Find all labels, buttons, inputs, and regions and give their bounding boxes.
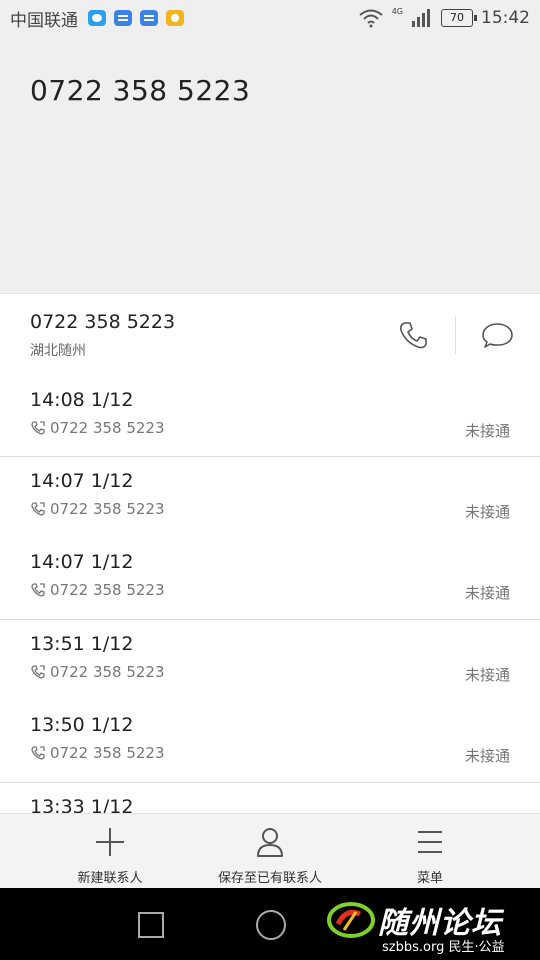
call-time: 13:51 1/12 [30,633,134,655]
new-contact-button[interactable]: 新建联系人 [20,814,200,889]
forum-subtitle: szbbs.org 民生·公益 [382,940,505,955]
call-status: 未接通 [464,584,510,602]
call-number: 0722 358 5223 [50,419,165,437]
contact-row: 0722 358 5223 湖北随州 [0,294,540,376]
call-time: 13:50 1/12 [30,714,134,736]
call-status: 未接通 [464,422,510,440]
call-time: 14:07 1/12 [30,551,134,573]
status-bar: 中国联通 4G 70 15:42 [0,0,540,36]
outgoing-call-icon [31,502,45,516]
action-divider [455,316,456,354]
menu-label: 菜单 [416,871,443,886]
app-notification-icon [114,10,132,26]
call-log-entry[interactable]: 13:33 1/12 [0,783,540,814]
notification-icons [88,10,184,26]
forum-logo-icon [327,902,375,938]
menu-button[interactable]: 菜单 [340,814,520,889]
call-time: 14:07 1/12 [30,470,134,492]
call-status: 未接通 [464,503,510,521]
contact-number: 0722 358 5223 [30,311,176,333]
call-sub: 0722 358 5223 [30,744,165,762]
signal-icon [412,9,430,27]
outgoing-call-icon [31,746,45,760]
contact-location: 湖北随州 [30,343,86,359]
network-type: 4G [391,6,403,16]
outgoing-call-icon [31,583,45,597]
call-sub: 0722 358 5223 [30,663,165,681]
call-log-entry[interactable]: 13:51 1/12 0722 358 5223 未接通 [0,620,540,700]
system-nav-bar: 随州论坛 szbbs.org 民生·公益 [0,888,540,960]
number-header: 0722 358 5223 [0,36,540,293]
save-to-existing-contact-button[interactable]: 保存至已有联系人 [180,814,360,889]
status-right: 4G 70 15:42 [358,0,530,36]
call-number: 0722 358 5223 [50,500,165,518]
plus-icon [96,828,124,856]
call-time: 13:33 1/12 [30,796,134,814]
app-notification-icon [140,10,158,26]
outgoing-call-icon [31,665,45,679]
call-number: 0722 358 5223 [50,744,165,762]
call-log-entry[interactable]: 13:50 1/12 0722 358 5223 未接通 [0,701,540,781]
chat-notification-icon [88,10,106,26]
call-number: 0722 358 5223 [50,581,165,599]
battery-indicator: 70 [441,9,477,27]
menu-icon [418,831,442,853]
chat-bubble-notification-icon [166,10,184,26]
person-icon [257,828,283,857]
recent-apps-button[interactable] [138,912,164,938]
call-status: 未接通 [464,747,510,765]
phone-call-icon[interactable] [396,318,430,352]
call-sub: 0722 358 5223 [30,500,165,518]
dialed-number: 0722 358 5223 [30,74,251,107]
call-status: 未接通 [464,666,510,684]
call-log-entry[interactable]: 14:07 1/12 0722 358 5223 未接通 [0,538,540,618]
message-icon[interactable] [480,318,514,352]
forum-watermark: 随州论坛 szbbs.org 民生·公益 [326,896,536,956]
home-button[interactable] [256,910,286,940]
carrier-name: 中国联通 [10,10,78,31]
call-time: 14:08 1/12 [30,389,134,411]
wifi-icon [359,9,383,28]
status-time: 15:42 [481,8,530,28]
save-existing-label: 保存至已有联系人 [217,871,322,886]
outgoing-call-icon [31,421,45,435]
new-contact-label: 新建联系人 [77,871,143,886]
call-log-entry[interactable]: 14:07 1/12 0722 358 5223 未接通 [0,457,540,537]
call-sub: 0722 358 5223 [30,419,165,437]
call-log-entry[interactable]: 14:08 1/12 0722 358 5223 未接通 [0,376,540,456]
bottom-action-bar: 新建联系人 保存至已有联系人 菜单 [0,813,540,889]
call-details: 0722 358 5223 湖北随州 14:08 1/12 0722 358 5… [0,293,540,814]
call-sub: 0722 358 5223 [30,581,165,599]
call-number: 0722 358 5223 [50,663,165,681]
